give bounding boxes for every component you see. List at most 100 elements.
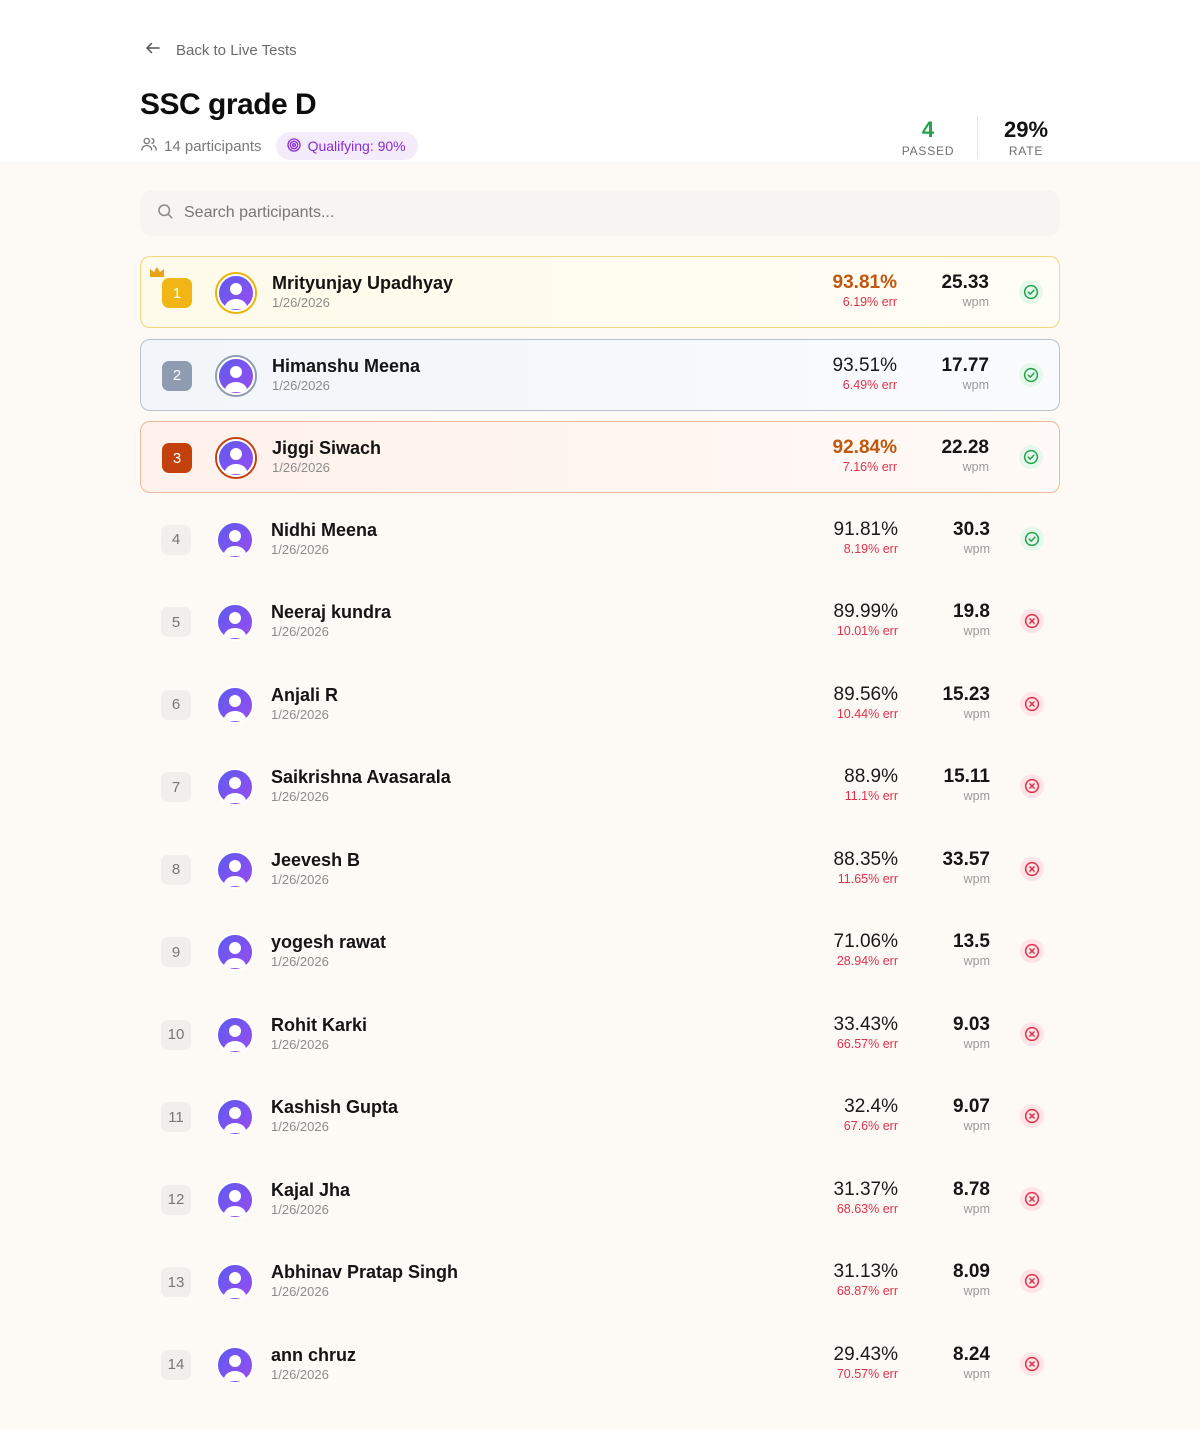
accuracy-block: 93.51% 6.49% err xyxy=(833,355,897,392)
avatar xyxy=(215,272,257,314)
wpm-value: 22.28 xyxy=(941,437,989,458)
error-rate: 10.01% err xyxy=(836,624,898,638)
accuracy-value: 89.56% xyxy=(833,683,898,705)
participant-info: Mrityunjay Upadhyay 1/26/2026 xyxy=(272,272,453,310)
accuracy-block: 88.35% 11.65% err xyxy=(834,849,898,886)
accuracy-block: 31.37% 68.63% err xyxy=(834,1179,898,1216)
qualifying-badge: Qualifying: 90% xyxy=(275,132,418,160)
wpm-block: 8.24 wpm xyxy=(953,1344,990,1381)
participant-name: ann chruz xyxy=(271,1344,357,1365)
leaderboard-row[interactable]: 3 Jiggi Siwach 1/26/2026 92.84% 7.16% err 22.… xyxy=(140,421,1060,493)
page-title: SSC grade D xyxy=(140,88,317,121)
rank-badge: 11 xyxy=(161,1102,191,1132)
leaderboard-row[interactable]: 6 Anjali R 1/26/2026 89.56% 10.44% err 15.23 w… xyxy=(140,669,1060,741)
wpm-block: 19.8 wpm xyxy=(953,601,990,638)
summary-stats: 4 PASSED 29% RATE xyxy=(893,116,1060,158)
participant-date: 1/26/2026 xyxy=(271,871,329,887)
participant-info: Himanshu Meena 1/26/2026 xyxy=(272,355,420,393)
wpm-value: 33.57 xyxy=(942,848,990,870)
participant-info: Anjali R 1/26/2026 xyxy=(271,684,338,722)
accuracy-block: 88.9% 11.1% err xyxy=(844,766,898,803)
wpm-block: 15.23 wpm xyxy=(942,684,990,721)
accuracy-value: 92.84% xyxy=(832,437,897,458)
leaderboard-row[interactable]: 8 Jeevesh B 1/26/2026 88.35% 11.65% err 33.57… xyxy=(140,834,1060,906)
avatar xyxy=(215,354,257,397)
leaderboard-row[interactable]: 11 Kashish Gupta 1/26/2026 32.4% 67.6% err 9.… xyxy=(140,1081,1060,1153)
rate-stat: 29% RATE xyxy=(977,116,1060,158)
participant-info: yogesh rawat 1/26/2026 xyxy=(271,931,386,969)
wpm-block: 17.77 wpm xyxy=(941,355,989,392)
avatar xyxy=(214,1096,256,1138)
participant-date: 1/26/2026 xyxy=(271,1119,329,1134)
x-circle-icon xyxy=(1020,856,1044,881)
participant-name: Jiggi Siwach xyxy=(272,438,382,458)
accuracy-value: 93.51% xyxy=(832,354,897,376)
leaderboard-row[interactable]: 14 ann chruz 1/26/2026 29.43% 70.57% err 8.24… xyxy=(140,1329,1060,1401)
wpm-value: 17.77 xyxy=(941,354,989,376)
search-input[interactable] xyxy=(184,204,1004,222)
error-rate: 10.44% err xyxy=(836,706,898,721)
leaderboard-row[interactable]: 4 Nidhi Meena 1/26/2026 91.81% 8.19% err 30.3… xyxy=(140,504,1060,576)
error-rate: 8.19% err xyxy=(843,541,898,556)
wpm-block: 22.28 wpm xyxy=(941,437,989,474)
leaderboard-row[interactable]: 5 Neeraj kundra 1/26/2026 89.99% 10.01% err 1… xyxy=(140,586,1060,658)
participant-info: Jiggi Siwach 1/26/2026 xyxy=(272,437,381,475)
accuracy-value: 29.43% xyxy=(833,1343,898,1365)
accuracy-block: 29.43% 70.57% err xyxy=(834,1344,898,1381)
accuracy-block: 93.81% 6.19% err xyxy=(833,272,897,309)
participant-date: 1/26/2026 xyxy=(271,624,329,639)
participant-name: Abhinav Pratap Singh xyxy=(271,1262,459,1282)
wpm-value: 25.33 xyxy=(941,272,989,293)
participant-date: 1/26/2026 xyxy=(272,377,330,393)
passed-label: PASSED xyxy=(901,144,955,158)
participant-date: 1/26/2026 xyxy=(271,1366,329,1382)
leaderboard-row[interactable]: 2 Himanshu Meena 1/26/2026 93.51% 6.49% err 1… xyxy=(140,338,1060,411)
participant-name: Anjali R xyxy=(271,684,339,705)
participant-info: Kajal Jha 1/26/2026 xyxy=(271,1179,350,1217)
accuracy-value: 32.4% xyxy=(844,1096,898,1117)
back-to-live-tests-link[interactable]: Back to Live Tests xyxy=(144,38,297,62)
error-rate: 6.49% err xyxy=(842,377,897,392)
error-rate: 67.6% err xyxy=(843,1119,898,1133)
crown-icon xyxy=(149,265,165,277)
wpm-unit: wpm xyxy=(963,1366,990,1381)
leaderboard-row[interactable]: 7 Saikrishna Avasarala 1/26/2026 88.9% 11.1%… xyxy=(140,751,1060,823)
participant-date: 1/26/2026 xyxy=(271,1036,329,1052)
avatar xyxy=(214,1261,256,1303)
participants-count: 14 participants xyxy=(140,135,262,157)
rank-badge: 12 xyxy=(161,1184,191,1215)
avatar xyxy=(214,766,256,808)
error-rate: 11.1% err xyxy=(844,789,898,803)
participant-name: Kajal Jha xyxy=(271,1179,351,1200)
wpm-value: 9.07 xyxy=(953,1096,990,1117)
rate-label: RATE xyxy=(1008,144,1044,158)
rank-badge: 8 xyxy=(161,854,191,885)
wpm-block: 15.11 wpm xyxy=(944,766,991,803)
wpm-value: 8.78 xyxy=(953,1178,990,1200)
accuracy-block: 89.56% 10.44% err xyxy=(834,684,898,721)
leaderboard-row[interactable]: 13 Abhinav Pratap Singh 1/26/2026 31.13% 68.… xyxy=(140,1246,1060,1318)
accuracy-block: 32.4% 67.6% err xyxy=(844,1096,898,1133)
participant-date: 1/26/2026 xyxy=(271,1284,329,1299)
leaderboard-row[interactable]: 9 yogesh rawat 1/26/2026 71.06% 28.94% err 13… xyxy=(140,916,1060,988)
arrow-left-icon xyxy=(144,39,162,61)
avatar xyxy=(214,519,256,561)
wpm-unit: wpm xyxy=(963,1119,990,1133)
participant-date: 1/26/2026 xyxy=(271,541,329,557)
wpm-block: 13.5 wpm xyxy=(953,931,990,968)
wpm-value: 15.23 xyxy=(942,683,990,705)
accuracy-value: 93.81% xyxy=(832,272,897,293)
leaderboard-row[interactable]: 1 Mrityunjay Upadhyay 1/26/2026 93.81% 6.19%… xyxy=(140,256,1060,328)
accuracy-block: 33.43% 66.57% err xyxy=(834,1014,898,1051)
wpm-value: 8.24 xyxy=(953,1343,990,1365)
wpm-unit: wpm xyxy=(963,706,990,721)
accuracy-value: 89.99% xyxy=(833,601,898,622)
participant-info: Nidhi Meena 1/26/2026 xyxy=(271,519,377,557)
accuracy-value: 71.06% xyxy=(833,931,898,952)
leaderboard-row[interactable]: 10 Rohit Karki 1/26/2026 33.43% 66.57% err 9.… xyxy=(140,999,1060,1071)
wpm-unit: wpm xyxy=(963,789,990,803)
wpm-block: 33.57 wpm xyxy=(942,849,990,886)
wpm-value: 8.09 xyxy=(953,1261,990,1282)
wpm-unit: wpm xyxy=(963,871,990,886)
leaderboard-row[interactable]: 12 Kajal Jha 1/26/2026 31.37% 68.63% err 8.78… xyxy=(140,1164,1060,1236)
